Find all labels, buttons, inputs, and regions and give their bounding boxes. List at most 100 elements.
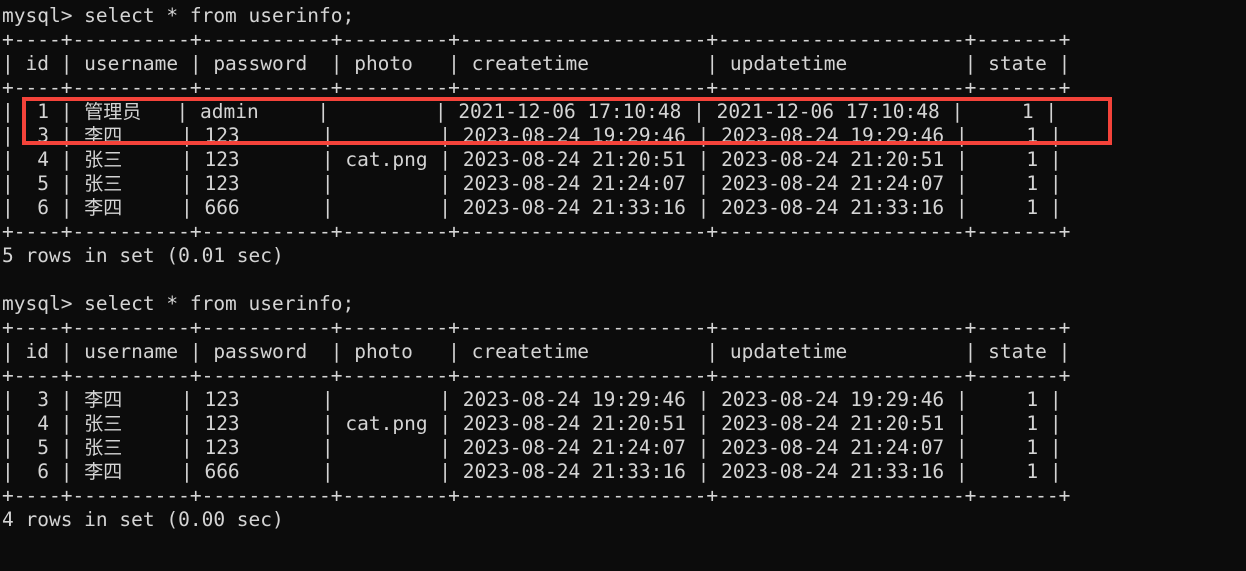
result-status-line: 4 rows in set (0.00 sec) bbox=[2, 508, 284, 531]
table-cell-separator: | bbox=[180, 460, 193, 483]
table-cell-updatetime: 2021-12-06 17:10:48 bbox=[716, 100, 940, 123]
table-cell-separator: | bbox=[697, 196, 710, 219]
table-cell-username: 李四 bbox=[84, 461, 123, 483]
table-cell-updatetime: 2023-08-24 21:24:07 bbox=[721, 436, 945, 459]
table-cell-state: 1 bbox=[1021, 100, 1034, 123]
table-cell-separator: | bbox=[1049, 388, 1062, 411]
table-cell-separator: | bbox=[60, 124, 73, 147]
table-cell-password: 123 bbox=[204, 388, 240, 411]
table-cell-id: 3 bbox=[37, 124, 49, 147]
table-cell-separator: | bbox=[955, 436, 968, 459]
table-cell-separator: | bbox=[1049, 460, 1062, 483]
table-cell-separator: | bbox=[2, 436, 14, 459]
table-cell-separator: | bbox=[955, 412, 968, 435]
table-cell-separator: | bbox=[60, 100, 73, 123]
table-cell-password: 666 bbox=[204, 460, 240, 483]
table-cell-separator: | bbox=[439, 388, 452, 411]
table-cell-separator: | bbox=[2, 100, 14, 123]
table-cell-createtime: 2023-08-24 19:29:46 bbox=[462, 124, 686, 147]
table-row: | 3 | 李四 | 123 | | 2023-08-24 19:29:46 |… bbox=[2, 388, 1070, 412]
table-cell-state: 1 bbox=[1026, 388, 1039, 411]
table-row: | 4 | 张三 | 123 | cat.png | 2023-08-24 21… bbox=[2, 412, 1070, 436]
table-cell-separator: | bbox=[60, 388, 73, 411]
table-cell-separator: | bbox=[693, 100, 705, 123]
table-cell-separator: | bbox=[60, 460, 73, 483]
prompt-command-line: mysql> select * from userinfo; bbox=[2, 4, 355, 27]
table-cell-separator: | bbox=[176, 100, 189, 123]
table-cell-updatetime: 2023-08-24 19:29:46 bbox=[721, 124, 945, 147]
table-cell-separator: | bbox=[955, 172, 968, 195]
table-cell-separator: | bbox=[2, 124, 14, 147]
table-cell-createtime: 2023-08-24 21:33:16 bbox=[462, 196, 686, 219]
table-cell-separator: | bbox=[2, 412, 14, 435]
table-cell-separator: | bbox=[697, 436, 710, 459]
terminal-output: mysql> select * from userinfo; +----+----… bbox=[2, 4, 1070, 532]
table-cell-separator: | bbox=[180, 124, 193, 147]
table-cell-username: 张三 bbox=[84, 173, 123, 195]
table-header-row: | id | username | password | photo | cre… bbox=[2, 52, 1071, 75]
table-cell-separator: | bbox=[697, 388, 710, 411]
table-cell-state: 1 bbox=[1026, 148, 1039, 171]
table-cell-separator: | bbox=[434, 100, 447, 123]
table-cell-createtime: 2023-08-24 21:33:16 bbox=[462, 460, 686, 483]
table-cell-separator: | bbox=[955, 124, 968, 147]
table-cell-createtime: 2023-08-24 21:20:51 bbox=[462, 412, 686, 435]
table-cell-username: 李四 bbox=[84, 389, 123, 411]
table-cell-separator: | bbox=[321, 172, 334, 195]
table-cell-id: 5 bbox=[37, 436, 49, 459]
table-cell-separator: | bbox=[1049, 148, 1062, 171]
table-cell-separator: | bbox=[60, 196, 73, 219]
table-cell-username: 张三 bbox=[84, 437, 123, 459]
terminal-blank-line bbox=[2, 268, 1070, 292]
table-cell-password: 123 bbox=[204, 436, 240, 459]
table-cell-separator: | bbox=[439, 412, 452, 435]
table-cell-password: 123 bbox=[204, 124, 240, 147]
table-cell-createtime: 2023-08-24 21:24:07 bbox=[462, 436, 686, 459]
table-border-top: +----+----------+-----------+---------+-… bbox=[2, 28, 1071, 51]
table-cell-separator: | bbox=[697, 124, 710, 147]
table-cell-state: 1 bbox=[1026, 172, 1039, 195]
table-cell-separator: | bbox=[321, 196, 334, 219]
table-cell-separator: | bbox=[180, 436, 193, 459]
table-cell-separator: | bbox=[2, 172, 14, 195]
table-cell-separator: | bbox=[955, 388, 968, 411]
table-cell-createtime: 2021-12-06 17:10:48 bbox=[458, 100, 682, 123]
table-cell-separator: | bbox=[951, 100, 964, 123]
table-cell-separator: | bbox=[2, 148, 14, 171]
table-header-row: | id | username | password | photo | cre… bbox=[2, 340, 1071, 363]
table-cell-separator: | bbox=[697, 460, 710, 483]
table-cell-createtime: 2023-08-24 21:20:51 bbox=[462, 148, 686, 171]
table-cell-updatetime: 2023-08-24 21:20:51 bbox=[721, 412, 945, 435]
table-cell-createtime: 2023-08-24 19:29:46 bbox=[462, 388, 686, 411]
table-cell-password: 123 bbox=[204, 412, 240, 435]
table-cell-separator: | bbox=[60, 412, 73, 435]
table-cell-updatetime: 2023-08-24 21:33:16 bbox=[721, 460, 945, 483]
table-cell-separator: | bbox=[321, 388, 334, 411]
table-cell-separator: | bbox=[955, 460, 968, 483]
table-cell-id: 3 bbox=[37, 388, 49, 411]
table-cell-photo: cat.png bbox=[345, 412, 428, 435]
table-row: | 1 | 管理员 | admin | | 2021-12-06 17:10:4… bbox=[2, 100, 1070, 124]
table-row: | 3 | 李四 | 123 | | 2023-08-24 19:29:46 |… bbox=[2, 124, 1070, 148]
table-cell-separator: | bbox=[180, 196, 193, 219]
table-cell-separator: | bbox=[321, 148, 334, 171]
table-cell-separator: | bbox=[1049, 436, 1062, 459]
table-cell-separator: | bbox=[2, 196, 14, 219]
table-cell-state: 1 bbox=[1026, 196, 1039, 219]
table-cell-updatetime: 2023-08-24 21:33:16 bbox=[721, 196, 945, 219]
table-cell-separator: | bbox=[321, 460, 334, 483]
table-cell-separator: | bbox=[60, 172, 73, 195]
table-cell-separator: | bbox=[60, 148, 73, 171]
table-cell-separator: | bbox=[439, 124, 452, 147]
table-cell-photo: cat.png bbox=[345, 148, 428, 171]
table-cell-username: 张三 bbox=[84, 149, 123, 171]
table-cell-password: 123 bbox=[204, 172, 240, 195]
table-cell-username: 张三 bbox=[84, 413, 123, 435]
table-cell-state: 1 bbox=[1026, 460, 1039, 483]
table-cell-separator: | bbox=[180, 412, 193, 435]
table-cell-separator: | bbox=[439, 172, 452, 195]
table-cell-separator: | bbox=[439, 148, 452, 171]
table-cell-separator: | bbox=[955, 148, 968, 171]
table-cell-separator: | bbox=[2, 460, 14, 483]
table-cell-state: 1 bbox=[1026, 412, 1039, 435]
